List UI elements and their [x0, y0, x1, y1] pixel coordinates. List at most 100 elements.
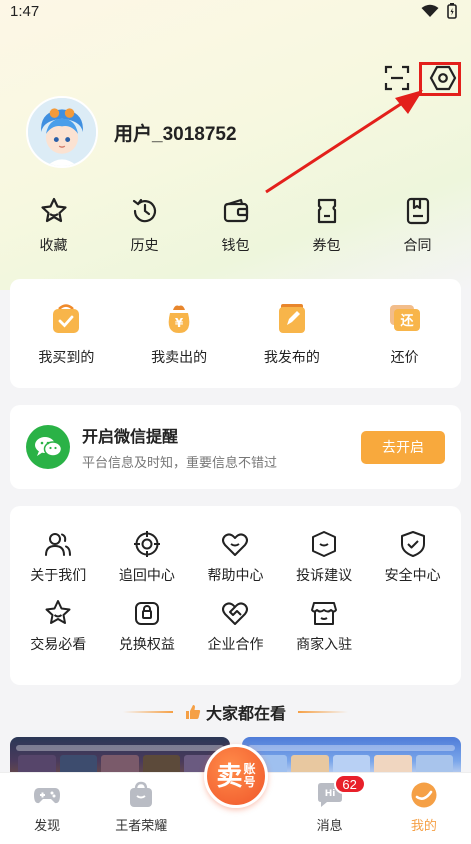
sell-account-button[interactable]: 卖 账 号 — [204, 744, 268, 808]
quick-label: 钱包 — [221, 237, 250, 253]
services-card: 关于我们 追回中心 帮助中心 投诉建议 安全中心 交易必看 兑换权益 企业合作 … — [10, 506, 461, 685]
quick-label: 历史 — [130, 237, 159, 253]
recommended-item[interactable] — [241, 737, 461, 777]
quick-label: 券包 — [312, 237, 341, 253]
service-help-center[interactable]: 帮助中心 — [191, 530, 280, 585]
scan-icon — [384, 65, 410, 91]
sell-sub-text: 号 — [243, 775, 256, 789]
tab-label: 发现 — [34, 818, 61, 833]
target-icon — [133, 531, 160, 557]
service-label: 企业合作 — [207, 636, 264, 652]
thumbs-up-icon — [185, 705, 201, 719]
quick-favorites[interactable]: 收藏 — [14, 196, 94, 255]
orders-card: 我买到的 ¥ 我卖出的 我发布的 还 还价 — [10, 279, 461, 388]
wechat-text: 开启微信提醒 平台信息及时知，重要信息不错过 — [82, 423, 361, 471]
unread-badge: 62 — [333, 774, 366, 794]
settings-hexagon-icon — [429, 65, 457, 91]
status-bar: 1:47 — [0, 0, 471, 22]
service-recovery-center[interactable]: 追回中心 — [103, 530, 192, 585]
service-label: 安全中心 — [384, 567, 441, 583]
published-icon — [278, 304, 305, 333]
redeem-icon — [134, 602, 159, 625]
avatar[interactable] — [26, 96, 98, 168]
bag-icon — [130, 781, 153, 807]
settings-button[interactable] — [427, 62, 459, 94]
order-counter-offer[interactable]: 还 还价 — [355, 301, 455, 388]
service-label: 兑换权益 — [118, 636, 175, 652]
section-header: 大家都在看 — [0, 700, 471, 724]
wifi-icon — [421, 4, 439, 17]
profile-section[interactable]: 用户_3018752 — [26, 96, 237, 168]
services-row: 交易必看 兑换权益 企业合作 商家入驻 — [10, 599, 461, 654]
username: 用户_3018752 — [114, 123, 237, 145]
profile-icon — [411, 782, 437, 808]
service-label: 追回中心 — [118, 567, 175, 583]
quick-coupons[interactable]: 券包 — [287, 196, 367, 255]
service-merchant-onboarding[interactable]: 商家入驻 — [280, 599, 369, 654]
quick-history[interactable]: 历史 — [105, 196, 185, 255]
order-label: 我发布的 — [263, 349, 320, 365]
tab-label: 消息 — [316, 818, 343, 833]
history-icon — [132, 198, 156, 223]
service-redeem-benefits[interactable]: 兑换权益 — [103, 599, 192, 654]
wechat-icon — [26, 425, 70, 469]
tab-mine[interactable]: 我的 — [384, 780, 464, 834]
star-outline-icon — [45, 600, 71, 624]
order-label: 我卖出的 — [151, 349, 208, 365]
coupon-icon — [317, 198, 336, 224]
order-sold[interactable]: ¥ 我卖出的 — [129, 301, 229, 388]
quick-actions: 收藏 历史 钱包 券包 合同 — [0, 196, 471, 255]
heart-icon — [222, 533, 249, 556]
tab-label: 王者荣耀 — [115, 818, 168, 833]
wechat-reminder-card: 开启微信提醒 平台信息及时知，重要信息不错过 去开启 — [10, 405, 461, 489]
sold-icon: ¥ — [168, 305, 190, 333]
bought-icon — [53, 304, 80, 333]
complaint-icon — [312, 531, 337, 557]
svg-text:Hi: Hi — [324, 789, 335, 799]
section-title-text: 大家都在看 — [205, 706, 286, 723]
services-row: 关于我们 追回中心 帮助中心 投诉建议 安全中心 — [10, 530, 461, 585]
counter-offer-icon: 还 — [389, 305, 420, 331]
tab-honor-of-kings[interactable]: 王者荣耀 — [101, 780, 181, 834]
store-icon — [311, 602, 338, 625]
enable-wechat-button[interactable]: 去开启 — [361, 430, 445, 464]
service-about-us[interactable]: 关于我们 — [14, 530, 103, 585]
quick-wallet[interactable]: 钱包 — [196, 196, 276, 255]
service-label: 商家入驻 — [296, 636, 353, 652]
battery-icon — [447, 3, 457, 19]
wallet-icon — [223, 198, 248, 223]
service-enterprise-cooperation[interactable]: 企业合作 — [191, 599, 280, 654]
status-time: 1:47 — [10, 2, 40, 20]
users-icon — [45, 533, 72, 556]
gamepad-icon — [34, 788, 61, 804]
svg-text:¥: ¥ — [175, 316, 184, 330]
wechat-subtitle: 平台信息及时知，重要信息不错过 — [82, 455, 278, 470]
service-trading-guide[interactable]: 交易必看 — [14, 599, 103, 654]
shield-icon — [400, 531, 425, 557]
status-icons — [421, 3, 457, 19]
recommended-item[interactable] — [10, 737, 230, 777]
service-label: 交易必看 — [30, 636, 87, 652]
contract-icon — [406, 197, 429, 225]
sell-main-text: 卖 — [216, 761, 243, 791]
order-published[interactable]: 我发布的 — [242, 301, 342, 388]
wechat-title: 开启微信提醒 — [82, 429, 179, 446]
scan-button[interactable] — [381, 62, 413, 94]
tab-discover[interactable]: 发现 — [7, 780, 87, 834]
quick-contracts[interactable]: 合同 — [378, 196, 458, 255]
handshake-icon — [222, 602, 249, 625]
service-label: 帮助中心 — [207, 567, 264, 583]
star-icon — [40, 197, 67, 223]
order-label: 还价 — [390, 349, 419, 365]
quick-label: 合同 — [403, 237, 432, 253]
section-divider-right — [298, 711, 348, 713]
order-bought[interactable]: 我买到的 — [16, 301, 116, 388]
tab-messages[interactable]: Hi 62 消息 — [290, 774, 370, 834]
service-complaints[interactable]: 投诉建议 — [280, 530, 369, 585]
top-actions — [381, 62, 459, 94]
service-security-center[interactable]: 安全中心 — [368, 530, 457, 585]
service-label: 投诉建议 — [296, 567, 353, 583]
tab-label: 我的 — [410, 818, 437, 833]
section-title: 大家都在看 — [185, 700, 286, 724]
quick-label: 收藏 — [39, 237, 68, 253]
